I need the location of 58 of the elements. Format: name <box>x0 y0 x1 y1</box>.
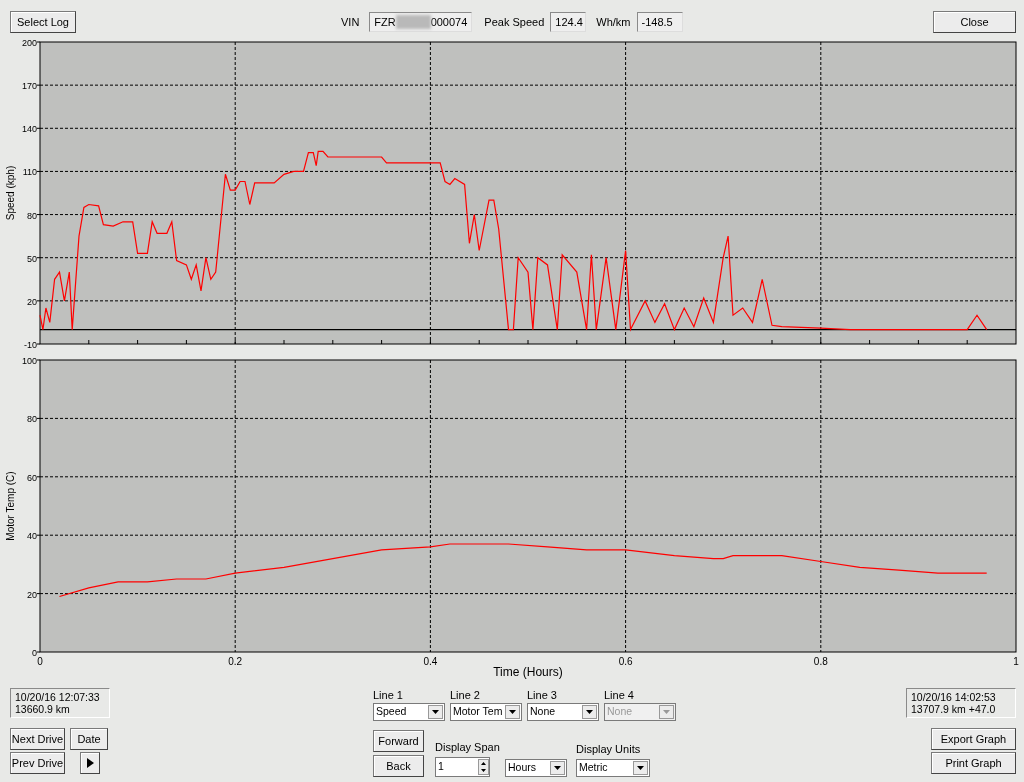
x-tick-label: 0.8 <box>813 656 828 667</box>
info-line: 13707.9 km +47.0 <box>911 703 997 715</box>
x-tick-label: 1 <box>1013 656 1019 667</box>
vin-prefix: FZR <box>374 15 396 30</box>
dropdown[interactable]: None <box>527 703 599 721</box>
line-label: Line 3 <box>527 688 558 702</box>
line-label: Line 2 <box>450 688 481 702</box>
y-tick-label: 20 <box>27 589 37 600</box>
y-tick-label: 0 <box>32 648 37 658</box>
close-button[interactable]: Close <box>933 11 1016 33</box>
y-tick-label: 170 <box>21 81 37 92</box>
y-tick-label: 200 <box>21 38 37 48</box>
info-line: 10/20/16 12:07:33 <box>15 691 101 703</box>
wh-km-field: -148.5 <box>636 12 683 32</box>
y-tick-label: 20 <box>27 296 37 307</box>
y-tick-label: 50 <box>27 253 37 264</box>
y-tick-label: 80 <box>27 414 37 425</box>
info-line: 10/20/16 14:02:53 <box>911 691 997 703</box>
print-graph-button[interactable]: Print Graph <box>931 752 1016 774</box>
y-tick-label: 100 <box>21 356 37 366</box>
select-log-button[interactable]: Select Log <box>10 11 76 33</box>
x-tick-label: 0 <box>37 656 43 667</box>
date-button[interactable]: Date <box>70 728 108 750</box>
y-axis-title: Motor Temp (C) <box>5 471 16 541</box>
wh-km-label: Wh/km <box>596 14 631 30</box>
info-line: 13660.9 km <box>15 703 71 715</box>
play-button[interactable] <box>80 752 100 774</box>
export-graph-button[interactable]: Export Graph <box>931 728 1016 750</box>
forward-button[interactable]: Forward <box>373 730 424 752</box>
vin-suffix: 000074 <box>430 15 468 30</box>
x-tick-label: 0.2 <box>228 656 243 667</box>
play-icon <box>86 758 94 768</box>
spin-arrows-icon <box>478 759 489 775</box>
line-label: Line 4 <box>604 688 635 702</box>
display-span-label: Display Span <box>435 740 500 754</box>
y-tick-label: 140 <box>21 124 37 135</box>
x-axis-title: Time (Hours) <box>493 665 563 679</box>
y-tick-label: 40 <box>27 531 37 542</box>
vin-label: VIN <box>341 14 360 30</box>
x-tick-label: 0.4 <box>423 656 438 667</box>
prev-drive-button[interactable]: Prev Drive <box>10 752 65 774</box>
display-units-label: Display Units <box>576 742 642 756</box>
x-tick-label: 0.6 <box>618 656 633 667</box>
peak-speed-label: Peak Speed <box>484 14 545 30</box>
y-tick-label: 110 <box>22 167 37 178</box>
y-tick-label: 60 <box>27 472 37 483</box>
peak-speed-field: 124.4 <box>550 12 587 32</box>
dropdown[interactable]: Speed <box>373 703 445 721</box>
dropdown[interactable]: Metric <box>576 759 650 777</box>
y-tick-label: -10 <box>24 340 37 350</box>
line-label: Line 1 <box>373 688 404 702</box>
y-tick-label: 80 <box>27 210 37 221</box>
next-drive-button[interactable]: Next Drive <box>10 728 65 750</box>
y-axis-title: Speed (kph) <box>5 165 16 221</box>
dropdown[interactable]: Hours <box>505 759 567 777</box>
dropdown[interactable]: Motor Tem <box>450 703 522 721</box>
back-button[interactable]: Back <box>373 755 424 777</box>
span-spinner[interactable]: 1 <box>435 757 490 777</box>
